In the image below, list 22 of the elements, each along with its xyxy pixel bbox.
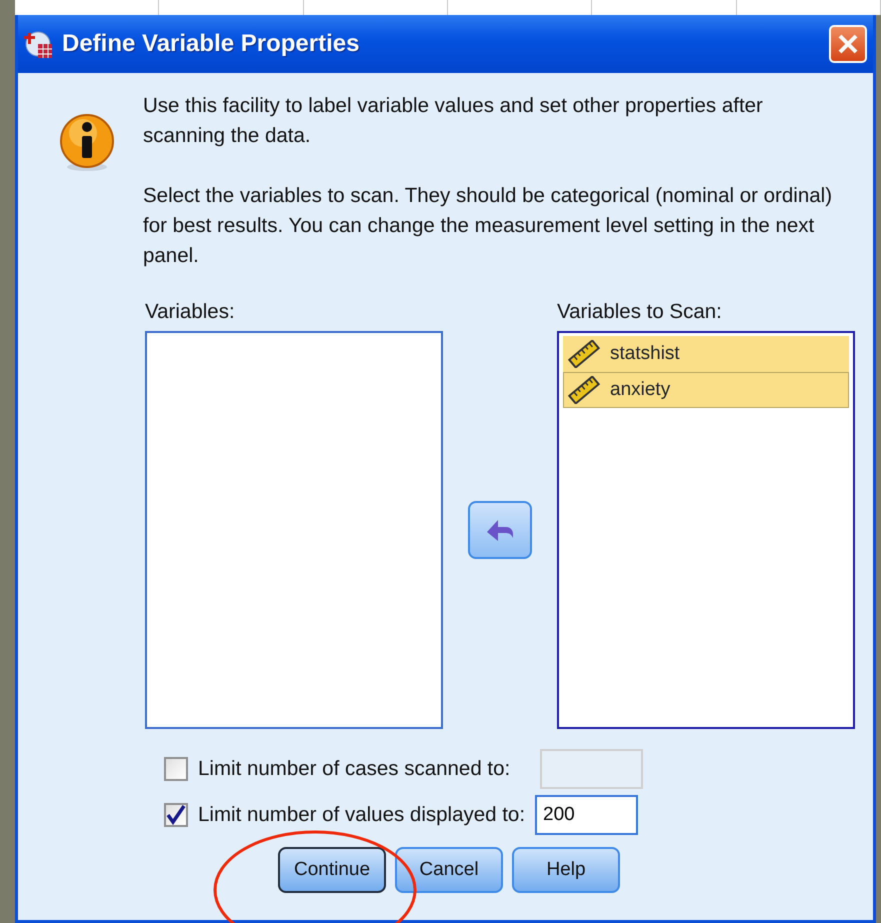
intro-paragraph: Select the variables to scan. They should be categorical (nominal or ordinal) for best results. You can change the measurement level setting in the next panel.: [143, 183, 834, 269]
window-title: Define Variable Properties: [62, 29, 360, 59]
number-field[interactable]: 200: [535, 795, 638, 835]
variable-name: anxiety: [610, 378, 670, 402]
variables-to-scan-label: Variables to Scan:: [557, 299, 723, 325]
variable-row[interactable]: statshist: [563, 336, 849, 372]
variable-name: statshist: [610, 342, 680, 366]
dialog-button[interactable]: Help: [512, 847, 620, 893]
close-icon: [836, 32, 860, 56]
move-left-button[interactable]: [468, 501, 532, 559]
variables-label: Variables:: [145, 299, 236, 325]
dialog-button[interactable]: Cancel: [395, 847, 503, 893]
info-icon: [59, 113, 115, 171]
checkbox-label: Limit number of values displayed to:: [198, 802, 526, 828]
variables-list[interactable]: [145, 331, 443, 729]
dialog-button[interactable]: Continue: [278, 847, 386, 893]
variable-row[interactable]: anxiety: [563, 372, 849, 408]
checkbox-label: Limit number of cases scanned to:: [198, 756, 510, 782]
intro-paragraph: Use this facility to label variable values and set other properties after scanning the data.: [143, 93, 764, 149]
variables-to-scan-list[interactable]: statshist anxiety: [557, 331, 855, 729]
checkbox[interactable]: [164, 803, 188, 827]
close-button[interactable]: [829, 25, 867, 63]
